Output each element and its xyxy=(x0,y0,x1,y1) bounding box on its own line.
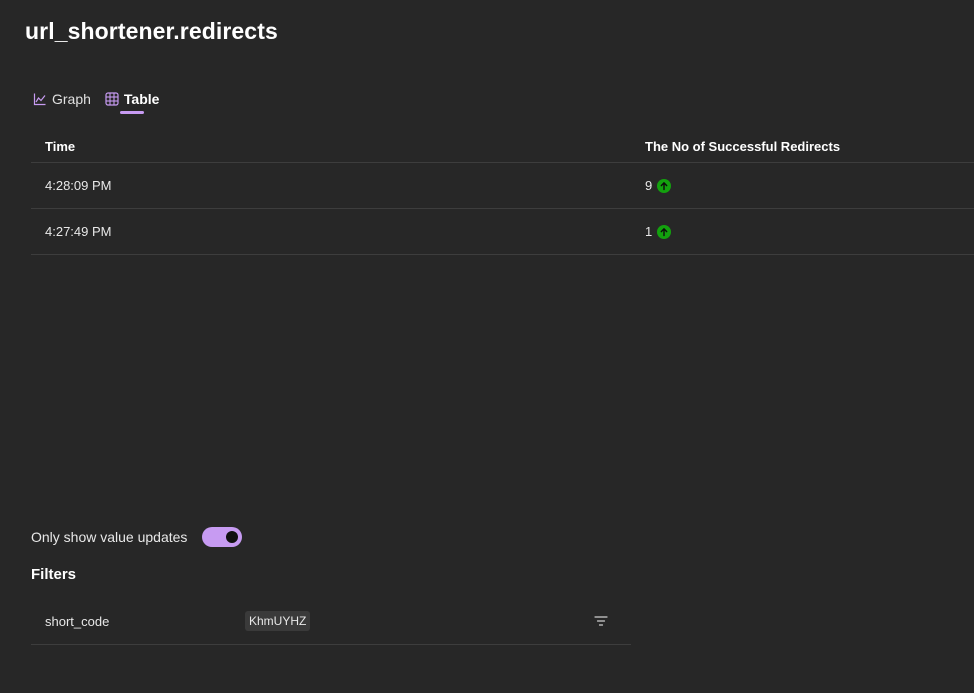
tab-table[interactable]: Table xyxy=(105,91,160,114)
cell-time: 4:28:09 PM xyxy=(45,178,112,193)
filter-name: short_code xyxy=(45,613,110,629)
page-title: url_shortener.redirects xyxy=(25,18,278,44)
filter-icon[interactable] xyxy=(594,614,608,628)
toggle-knob xyxy=(226,531,239,543)
value-updates-toggle[interactable] xyxy=(202,527,243,547)
column-header-redirects[interactable]: The No of Successful Redirects xyxy=(631,139,974,154)
up-arrow-icon xyxy=(657,178,672,193)
tab-table-label: Table xyxy=(123,91,160,107)
table-icon xyxy=(105,92,119,106)
data-table: Time The No of Successful Redirects 4:28… xyxy=(31,130,974,255)
view-tabs: Graph Table xyxy=(33,91,160,114)
active-tab-indicator xyxy=(119,111,145,114)
tab-graph-label: Graph xyxy=(52,91,91,107)
filter-value-chip[interactable]: KhmUYHZ xyxy=(245,611,311,631)
cell-value: 9 xyxy=(631,178,974,193)
filters-heading: Filters xyxy=(31,566,77,583)
table-header: Time The No of Successful Redirects xyxy=(31,130,974,163)
value-updates-option: Only show value updates xyxy=(31,527,243,547)
tab-graph[interactable]: Graph xyxy=(33,91,91,110)
cell-value: 1 xyxy=(631,224,974,239)
value-updates-label: Only show value updates xyxy=(31,529,188,545)
filter-row: short_code KhmUYHZ xyxy=(31,598,631,645)
cell-value-text: 1 xyxy=(645,224,653,239)
table-row[interactable]: 4:27:49 PM 1 xyxy=(31,209,974,255)
up-arrow-icon xyxy=(657,224,672,239)
page: url_shortener.redirects Graph Table Time… xyxy=(0,0,974,693)
chart-icon xyxy=(33,93,46,106)
table-row[interactable]: 4:28:09 PM 9 xyxy=(31,163,974,209)
column-header-time[interactable]: Time xyxy=(31,139,631,154)
cell-time: 4:27:49 PM xyxy=(45,224,112,239)
cell-value-text: 9 xyxy=(645,178,653,193)
